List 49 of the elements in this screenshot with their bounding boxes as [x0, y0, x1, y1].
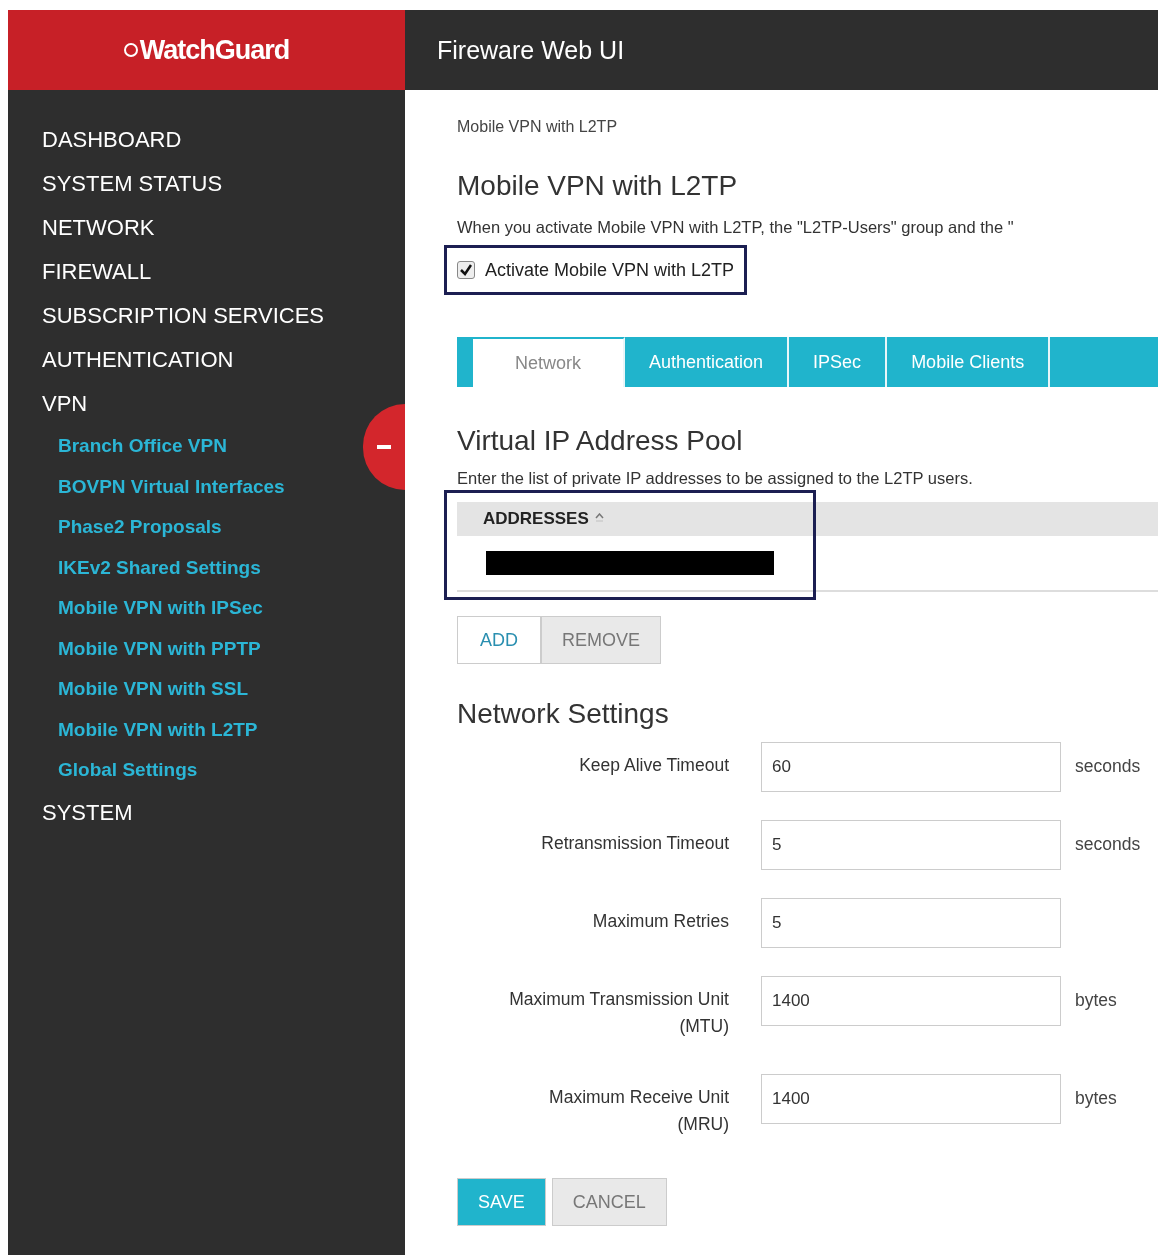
action-button[interactable]: REMOVE — [541, 616, 662, 664]
unit-label: bytes — [1075, 1087, 1118, 1109]
minus-icon — [377, 445, 391, 449]
checkbox-label: Activate Mobile VPN with L2TP — [485, 259, 735, 281]
unit-label: bytes — [1075, 989, 1118, 1011]
field-label: Maximum Transmission Unit (MTU) — [508, 988, 729, 1039]
nav-item[interactable]: FIREWALL — [42, 250, 152, 294]
nav-subitem[interactable]: Mobile VPN with SSL — [58, 669, 248, 710]
nav-item[interactable]: NETWORK — [42, 206, 155, 250]
field-label: Retransmission Timeout — [541, 832, 729, 855]
nav-subitem[interactable]: IKEv2 Shared Settings — [58, 547, 261, 588]
unit-label: seconds — [1075, 833, 1142, 855]
input-field[interactable]: 5 — [761, 820, 1061, 870]
tab[interactable]: Network — [473, 337, 625, 387]
nav-item[interactable]: DASHBOARD — [42, 118, 182, 162]
nav-subitem[interactable]: Phase2 Proposals — [58, 507, 222, 548]
unit-label: seconds — [1075, 755, 1142, 777]
nav-subitem[interactable]: Branch Office VPN — [58, 426, 227, 467]
breadcrumb: Mobile VPN with L2TP — [457, 118, 619, 136]
nav-subitem[interactable]: Global Settings — [58, 750, 198, 791]
column-header[interactable]: ADDRESSES — [457, 502, 816, 536]
nav-item[interactable]: SYSTEM STATUS — [42, 162, 223, 206]
nav-item[interactable]: SUBSCRIPTION SERVICES — [42, 294, 324, 338]
app-title: Fireware Web UI — [437, 35, 625, 65]
nav-subitem[interactable]: Mobile VPN with L2TP — [58, 709, 258, 750]
field-label: Maximum Retries — [592, 910, 729, 933]
watchguard-logo: WatchGuard — [123, 34, 290, 66]
page-title: Mobile VPN with L2TP — [457, 170, 739, 202]
description: When you activate Mobile VPN with L2TP, the "L2TP-Users" group and the " — [457, 218, 1015, 237]
section-title: Virtual IP Address Pool — [457, 425, 744, 457]
nav-subitem[interactable]: Mobile VPN with PPTP — [58, 628, 261, 669]
field-label: Maximum Receive Unit (MRU) — [548, 1086, 729, 1137]
action-button[interactable]: ADD — [457, 616, 541, 664]
nav-item[interactable]: SYSTEM — [42, 790, 133, 835]
nav-subitem[interactable]: BOVPN Virtual Interfaces — [58, 466, 285, 507]
checkbox[interactable] — [457, 261, 475, 279]
nav-subitem[interactable]: Mobile VPN with IPSec — [58, 588, 263, 629]
nav-item[interactable]: VPN — [42, 382, 88, 426]
nav-item[interactable]: AUTHENTICATION — [42, 338, 234, 382]
sort-icon — [594, 513, 604, 525]
check-icon — [460, 264, 472, 276]
input-field[interactable]: 1400 — [761, 1074, 1061, 1124]
footer-button[interactable]: CANCEL — [551, 1178, 667, 1226]
input-field[interactable]: 5 — [761, 898, 1061, 948]
input-field[interactable]: 60 — [761, 742, 1061, 792]
field-label: Keep Alive Timeout — [579, 754, 729, 777]
input-field[interactable]: 1400 — [761, 976, 1061, 1026]
section-title: Network Settings — [457, 698, 670, 730]
section-description: Enter the list of private IP addresses to be assigned to the L2TP users. — [457, 469, 974, 488]
